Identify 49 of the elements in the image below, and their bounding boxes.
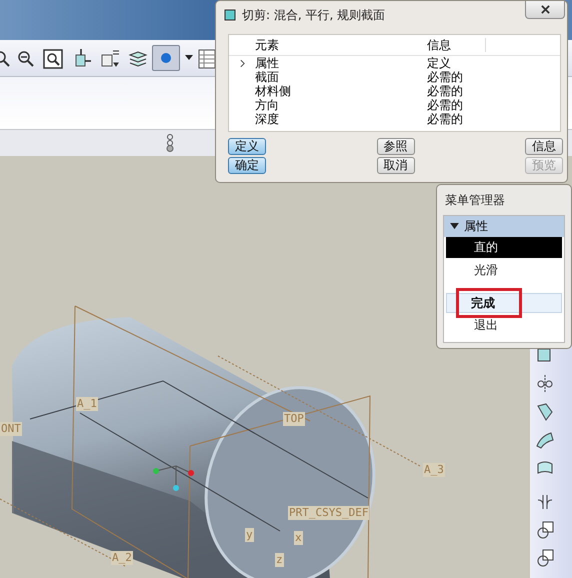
- feature-icon[interactable]: [535, 492, 555, 512]
- datum-label: TOP: [283, 412, 305, 426]
- dialog-button[interactable]: 信息: [525, 138, 563, 155]
- feature-icon[interactable]: [535, 548, 555, 568]
- table-cell[interactable]: 必需的: [427, 98, 485, 112]
- feature-icon[interactable]: [535, 374, 555, 394]
- table-cell[interactable]: 定义: [427, 56, 485, 70]
- close-icon: [540, 5, 550, 14]
- datum-label: z: [275, 553, 284, 567]
- status-icon[interactable]: [165, 134, 175, 152]
- datum-label: y: [245, 528, 254, 542]
- table-cell[interactable]: 必需的: [427, 112, 485, 126]
- panel-title: 菜单管理器: [445, 192, 506, 209]
- datum-label: PRT_CSYS_DEF: [288, 506, 370, 520]
- table-cell[interactable]: 材料侧: [255, 84, 427, 98]
- feature-icon[interactable]: [535, 430, 555, 450]
- table-cell[interactable]: 属性: [255, 56, 427, 70]
- zoom-out-icon[interactable]: [16, 49, 36, 69]
- table-cell[interactable]: 方向: [255, 98, 427, 112]
- menu-option[interactable]: 退出: [446, 315, 562, 336]
- datum-label: A_3: [423, 463, 445, 477]
- expand-icon: [450, 223, 459, 230]
- column-header[interactable]: 元素: [255, 38, 427, 52]
- layers-icon[interactable]: [128, 49, 148, 69]
- zoom-fit-icon[interactable]: [43, 49, 63, 69]
- dialog-button[interactable]: 取消: [376, 157, 414, 174]
- table-cell[interactable]: 必需的: [427, 84, 485, 98]
- table-cell[interactable]: 必需的: [427, 70, 485, 84]
- dialog-button[interactable]: 定义: [228, 138, 266, 155]
- datum-label: x: [294, 531, 303, 545]
- sphere-icon: [160, 52, 172, 64]
- section-header[interactable]: 属性: [444, 216, 564, 237]
- dialog-button[interactable]: 确定: [228, 157, 266, 174]
- table-cell[interactable]: 截面: [255, 70, 427, 84]
- feature-icon[interactable]: [535, 520, 555, 540]
- close-button[interactable]: [525, 1, 565, 19]
- menu-option[interactable]: 光滑: [446, 260, 562, 281]
- datum-label: A_2: [111, 551, 133, 565]
- datum-label: A_1: [76, 397, 98, 411]
- dialog-button[interactable]: 参照: [376, 138, 414, 155]
- window-title: 切剪: 混合, 平行, 规则截面: [242, 6, 386, 24]
- datum-label: ONT: [0, 422, 22, 436]
- feature-icon[interactable]: [535, 402, 555, 422]
- column-header[interactable]: 信息: [427, 38, 486, 52]
- menu-button[interactable]: 完成: [446, 293, 562, 313]
- caret-icon[interactable]: [184, 52, 194, 62]
- table-icon[interactable]: [198, 49, 218, 69]
- table-cell[interactable]: 深度: [255, 112, 427, 126]
- menu-option[interactable]: 直的: [446, 237, 562, 258]
